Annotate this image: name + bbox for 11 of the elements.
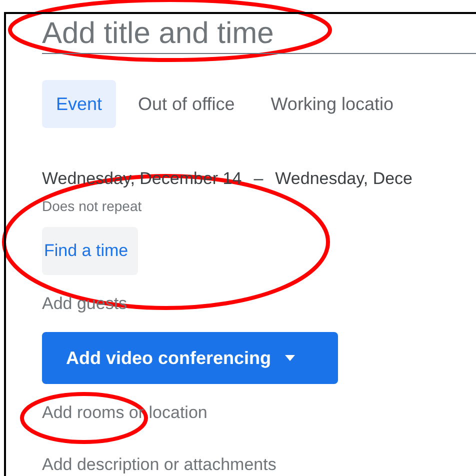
caret-icon: [285, 355, 296, 361]
find-time-button[interactable]: Find a time: [42, 226, 138, 274]
date-separator: –: [254, 168, 264, 190]
repeat-text[interactable]: Does not repeat: [42, 196, 476, 216]
title-field[interactable]: Add title and time: [42, 14, 476, 54]
video-conferencing-button[interactable]: Add video conferencing: [42, 332, 338, 384]
end-date[interactable]: Wednesday, Dece: [275, 166, 413, 192]
tab[interactable]: Working locatio: [256, 80, 408, 128]
tab[interactable]: Event: [42, 80, 116, 128]
description-text[interactable]: Add description or attachments: [42, 452, 476, 476]
tab[interactable]: Out of office: [124, 80, 249, 128]
